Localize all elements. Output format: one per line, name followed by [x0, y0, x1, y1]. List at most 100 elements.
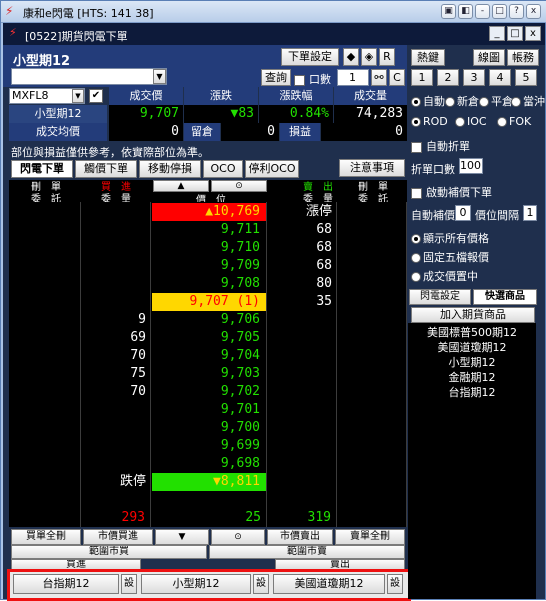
add-product-button[interactable]: 加入期貨商品: [411, 307, 535, 323]
order-setting-button[interactable]: 下單設定: [281, 48, 339, 66]
auto-fill-input[interactable]: 0: [455, 205, 471, 221]
ladder-ask[interactable]: [268, 401, 336, 419]
mode-daytrade-radio[interactable]: 當沖: [511, 93, 545, 109]
chevron-down-icon[interactable]: ▼: [153, 69, 166, 84]
notes-button[interactable]: 注意事項: [339, 159, 405, 177]
ladder-bid[interactable]: 75: [82, 365, 150, 383]
split-input[interactable]: 100: [459, 158, 483, 174]
interval-input[interactable]: 1: [523, 205, 537, 221]
window-maximize-button[interactable]: □: [492, 4, 507, 19]
symbol-select[interactable]: [11, 68, 167, 85]
window-close-button[interactable]: x: [526, 4, 541, 19]
lots-input[interactable]: 1: [337, 69, 369, 86]
ladder-ask[interactable]: [268, 419, 336, 437]
query-button[interactable]: 查詢: [261, 69, 291, 86]
r-button[interactable]: R: [379, 48, 395, 66]
ladder-ask[interactable]: [268, 365, 336, 383]
mode-auto-radio[interactable]: 自動: [411, 93, 445, 109]
hotkey-button[interactable]: 熱鍵: [411, 49, 445, 66]
show-all-radio[interactable]: 顯示所有價格: [411, 230, 489, 246]
market-buy-button[interactable]: 市價買進: [83, 529, 153, 545]
link-icon[interactable]: ⚯: [371, 69, 387, 86]
ladder-ask[interactable]: 68: [268, 239, 336, 257]
start-fill-checkbox[interactable]: 啟動補價下單: [411, 184, 492, 200]
ladder-ask[interactable]: 68: [268, 257, 336, 275]
range-market-buy-button[interactable]: 範圍市買: [11, 545, 207, 559]
tab-oco[interactable]: OCO: [203, 160, 243, 178]
product-item-2[interactable]: 小型期12: [408, 355, 536, 370]
tif-ioc-radio[interactable]: IOC: [455, 115, 487, 128]
ladder-ask[interactable]: 80: [268, 275, 336, 293]
sub-close-button[interactable]: x: [525, 26, 541, 41]
ladder-ask[interactable]: 68: [268, 221, 336, 239]
ladder-ask[interactable]: [268, 437, 336, 455]
mode-new-radio[interactable]: 新倉: [445, 93, 479, 109]
ladder-ask[interactable]: [268, 383, 336, 401]
ladder-bid[interactable]: 69: [82, 329, 150, 347]
ladder-bid[interactable]: [82, 203, 150, 221]
diamond2-icon[interactable]: ◈: [361, 48, 377, 66]
ladder-bid[interactable]: [82, 239, 150, 257]
ladder-ask[interactable]: 35: [268, 293, 336, 311]
window-help-button[interactable]: ?: [509, 4, 524, 19]
sub-maximize-button[interactable]: □: [507, 26, 523, 41]
ladder-bid[interactable]: 跌停: [82, 473, 150, 491]
chart-button[interactable]: 線圖: [473, 49, 505, 66]
slot-4-button[interactable]: 4: [489, 69, 511, 86]
slot-5-button[interactable]: 5: [515, 69, 537, 86]
product-item-1[interactable]: 美國道瓊期12: [408, 340, 536, 355]
product-item-4[interactable]: 台指期12: [408, 385, 536, 400]
ladder-ask[interactable]: [268, 311, 336, 329]
c-button[interactable]: C: [389, 69, 405, 86]
tab-trailing-stop[interactable]: 移動停損: [139, 160, 201, 178]
ladder-bid[interactable]: [82, 257, 150, 275]
quote-checkbox[interactable]: ✔: [89, 89, 103, 103]
sell-all-delete-button[interactable]: 賣單全刪: [335, 529, 405, 545]
window-layout-button[interactable]: ◧: [458, 4, 473, 19]
slot-3-button[interactable]: 3: [463, 69, 485, 86]
price-ladder[interactable]: ▲10,769 漲停 9,711 68 9,710 68 9,709 68 9,708 80 9,7…: [9, 202, 407, 527]
ladder-bid[interactable]: [82, 437, 150, 455]
tab-profit-oco[interactable]: 停利OCO: [245, 160, 299, 178]
tab-flash-order[interactable]: 閃電下單: [11, 160, 73, 178]
slot-1-button[interactable]: 1: [411, 69, 433, 86]
ladder-bid[interactable]: [82, 293, 150, 311]
code-chevron-icon[interactable]: ▼: [72, 89, 84, 103]
buy-all-delete-button[interactable]: 買單全刪: [11, 529, 81, 545]
window-option-button[interactable]: ▣: [441, 4, 456, 19]
tab-touch-order[interactable]: 觸價下單: [75, 160, 137, 178]
del-buy-col[interactable]: [9, 202, 81, 527]
del-sell-col[interactable]: [337, 202, 407, 527]
slot-2-button[interactable]: 2: [437, 69, 459, 86]
ladder-bid[interactable]: [82, 455, 150, 473]
scroll-down-icon[interactable]: ▼: [155, 529, 209, 545]
ladder-bid[interactable]: 70: [82, 347, 150, 365]
diamond-icon[interactable]: ◆: [343, 48, 359, 66]
tif-fok-radio[interactable]: FOK: [497, 115, 531, 128]
sub-minimize-button[interactable]: _: [489, 26, 505, 41]
product-item-3[interactable]: 金融期12: [408, 370, 536, 385]
fixed-five-radio[interactable]: 固定五檔報價: [411, 249, 489, 265]
tab-quick-products[interactable]: 快選商品: [473, 289, 537, 305]
ladder-bid[interactable]: [82, 401, 150, 419]
tab-flash-setting[interactable]: 閃電設定: [409, 289, 471, 305]
mode-close-radio[interactable]: 平倉: [479, 93, 513, 109]
range-market-sell-button[interactable]: 範圍市賣: [209, 545, 405, 559]
center-price-radio[interactable]: 成交價置中: [411, 268, 478, 284]
center2-icon[interactable]: ⊙: [211, 529, 265, 545]
market-sell-button[interactable]: 市價賣出: [267, 529, 333, 545]
ladder-ask[interactable]: [268, 329, 336, 347]
ladder-bid[interactable]: [82, 275, 150, 293]
auto-split-checkbox[interactable]: 自動折單: [411, 138, 470, 154]
ladder-bid[interactable]: [82, 221, 150, 239]
ladder-bid[interactable]: [82, 419, 150, 437]
tif-rod-radio[interactable]: ROD: [411, 115, 448, 128]
lots-checkbox[interactable]: 口數: [294, 71, 331, 87]
window-minimize-button[interactable]: -: [475, 4, 490, 19]
ladder-ask[interactable]: [268, 455, 336, 473]
account-button[interactable]: 帳務: [507, 49, 539, 66]
ladder-ask[interactable]: [268, 347, 336, 365]
ladder-bid[interactable]: 9: [82, 311, 150, 329]
product-item-0[interactable]: 美國標普500期12: [408, 325, 536, 340]
ladder-ask[interactable]: 漲停: [268, 203, 336, 221]
